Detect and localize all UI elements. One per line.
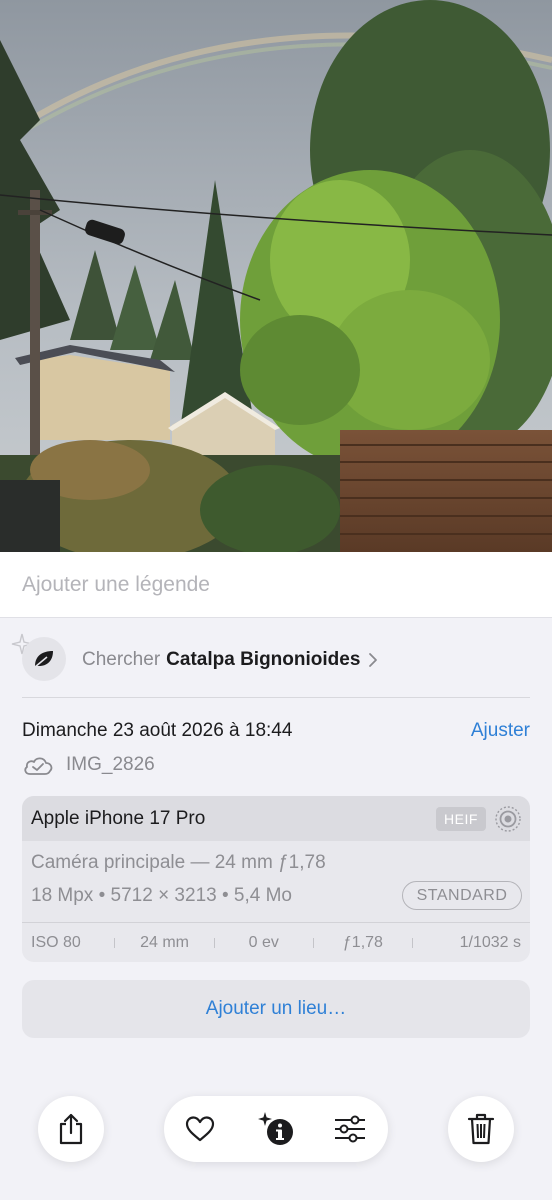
share-icon xyxy=(59,1113,83,1145)
exif-exposure: 0 ev xyxy=(248,933,279,951)
trash-icon xyxy=(467,1113,495,1145)
exif-shutter-speed: 1/1032 s xyxy=(459,933,522,951)
photographic-style-badge: STANDARD xyxy=(402,881,522,910)
info-button[interactable] xyxy=(248,1096,304,1162)
camera-lens-info: Caméra principale — 24 mm ƒ1,78 xyxy=(31,852,326,873)
metadata-header: Apple iPhone 17 Pro HEIF xyxy=(22,796,530,841)
exif-aperture: ƒ1,78 xyxy=(342,933,383,951)
share-button[interactable] xyxy=(38,1096,104,1162)
metadata-card: Apple iPhone 17 Pro HEIF Caméra principa… xyxy=(22,796,530,962)
format-badge: HEIF xyxy=(436,807,486,831)
photo-actions-toolbar xyxy=(164,1096,388,1162)
photo[interactable] xyxy=(0,0,552,552)
visual-lookup-link[interactable]: Chercher Catalpa Bignonioides xyxy=(82,646,378,674)
favorite-button[interactable] xyxy=(172,1096,228,1162)
caption-row xyxy=(0,552,552,618)
caption-input[interactable] xyxy=(22,568,522,602)
adjust-sliders-icon xyxy=(335,1115,365,1143)
visual-lookup-leaf-button[interactable] xyxy=(22,637,66,681)
exif-row: ISO 80 24 mm 0 ev ƒ1,78 1/1032 s xyxy=(22,923,530,962)
live-photo-icon xyxy=(495,806,521,832)
exif-focal-length: 24 mm xyxy=(140,933,189,951)
divider xyxy=(22,697,530,698)
resolution-info: 18 Mpx • 5712 × 3213 • 5,4 Mo xyxy=(31,885,292,906)
cloud-check-icon xyxy=(24,757,53,775)
lookup-prefix: Chercher xyxy=(82,649,161,670)
file-name: IMG_2826 xyxy=(66,754,155,775)
delete-button[interactable] xyxy=(448,1096,514,1162)
adjust-date-button[interactable]: Ajuster xyxy=(471,720,530,742)
capture-date: Dimanche 23 août 2026 à 18:44 xyxy=(22,720,293,741)
heart-icon xyxy=(185,1116,215,1142)
photo-info-screen: Chercher Catalpa Bignonioides Dimanche 2… xyxy=(0,0,552,1200)
leaf-icon xyxy=(34,651,53,668)
lookup-plant-name: Catalpa Bignonioides xyxy=(166,649,361,670)
device-name: Apple iPhone 17 Pro xyxy=(31,808,206,829)
edit-adjust-button[interactable] xyxy=(322,1096,378,1162)
add-location-button[interactable]: Ajouter un lieu… xyxy=(22,980,530,1038)
chevron-right-icon xyxy=(368,652,378,668)
info-sparkle-icon xyxy=(258,1112,293,1145)
exif-iso: ISO 80 xyxy=(31,933,81,951)
